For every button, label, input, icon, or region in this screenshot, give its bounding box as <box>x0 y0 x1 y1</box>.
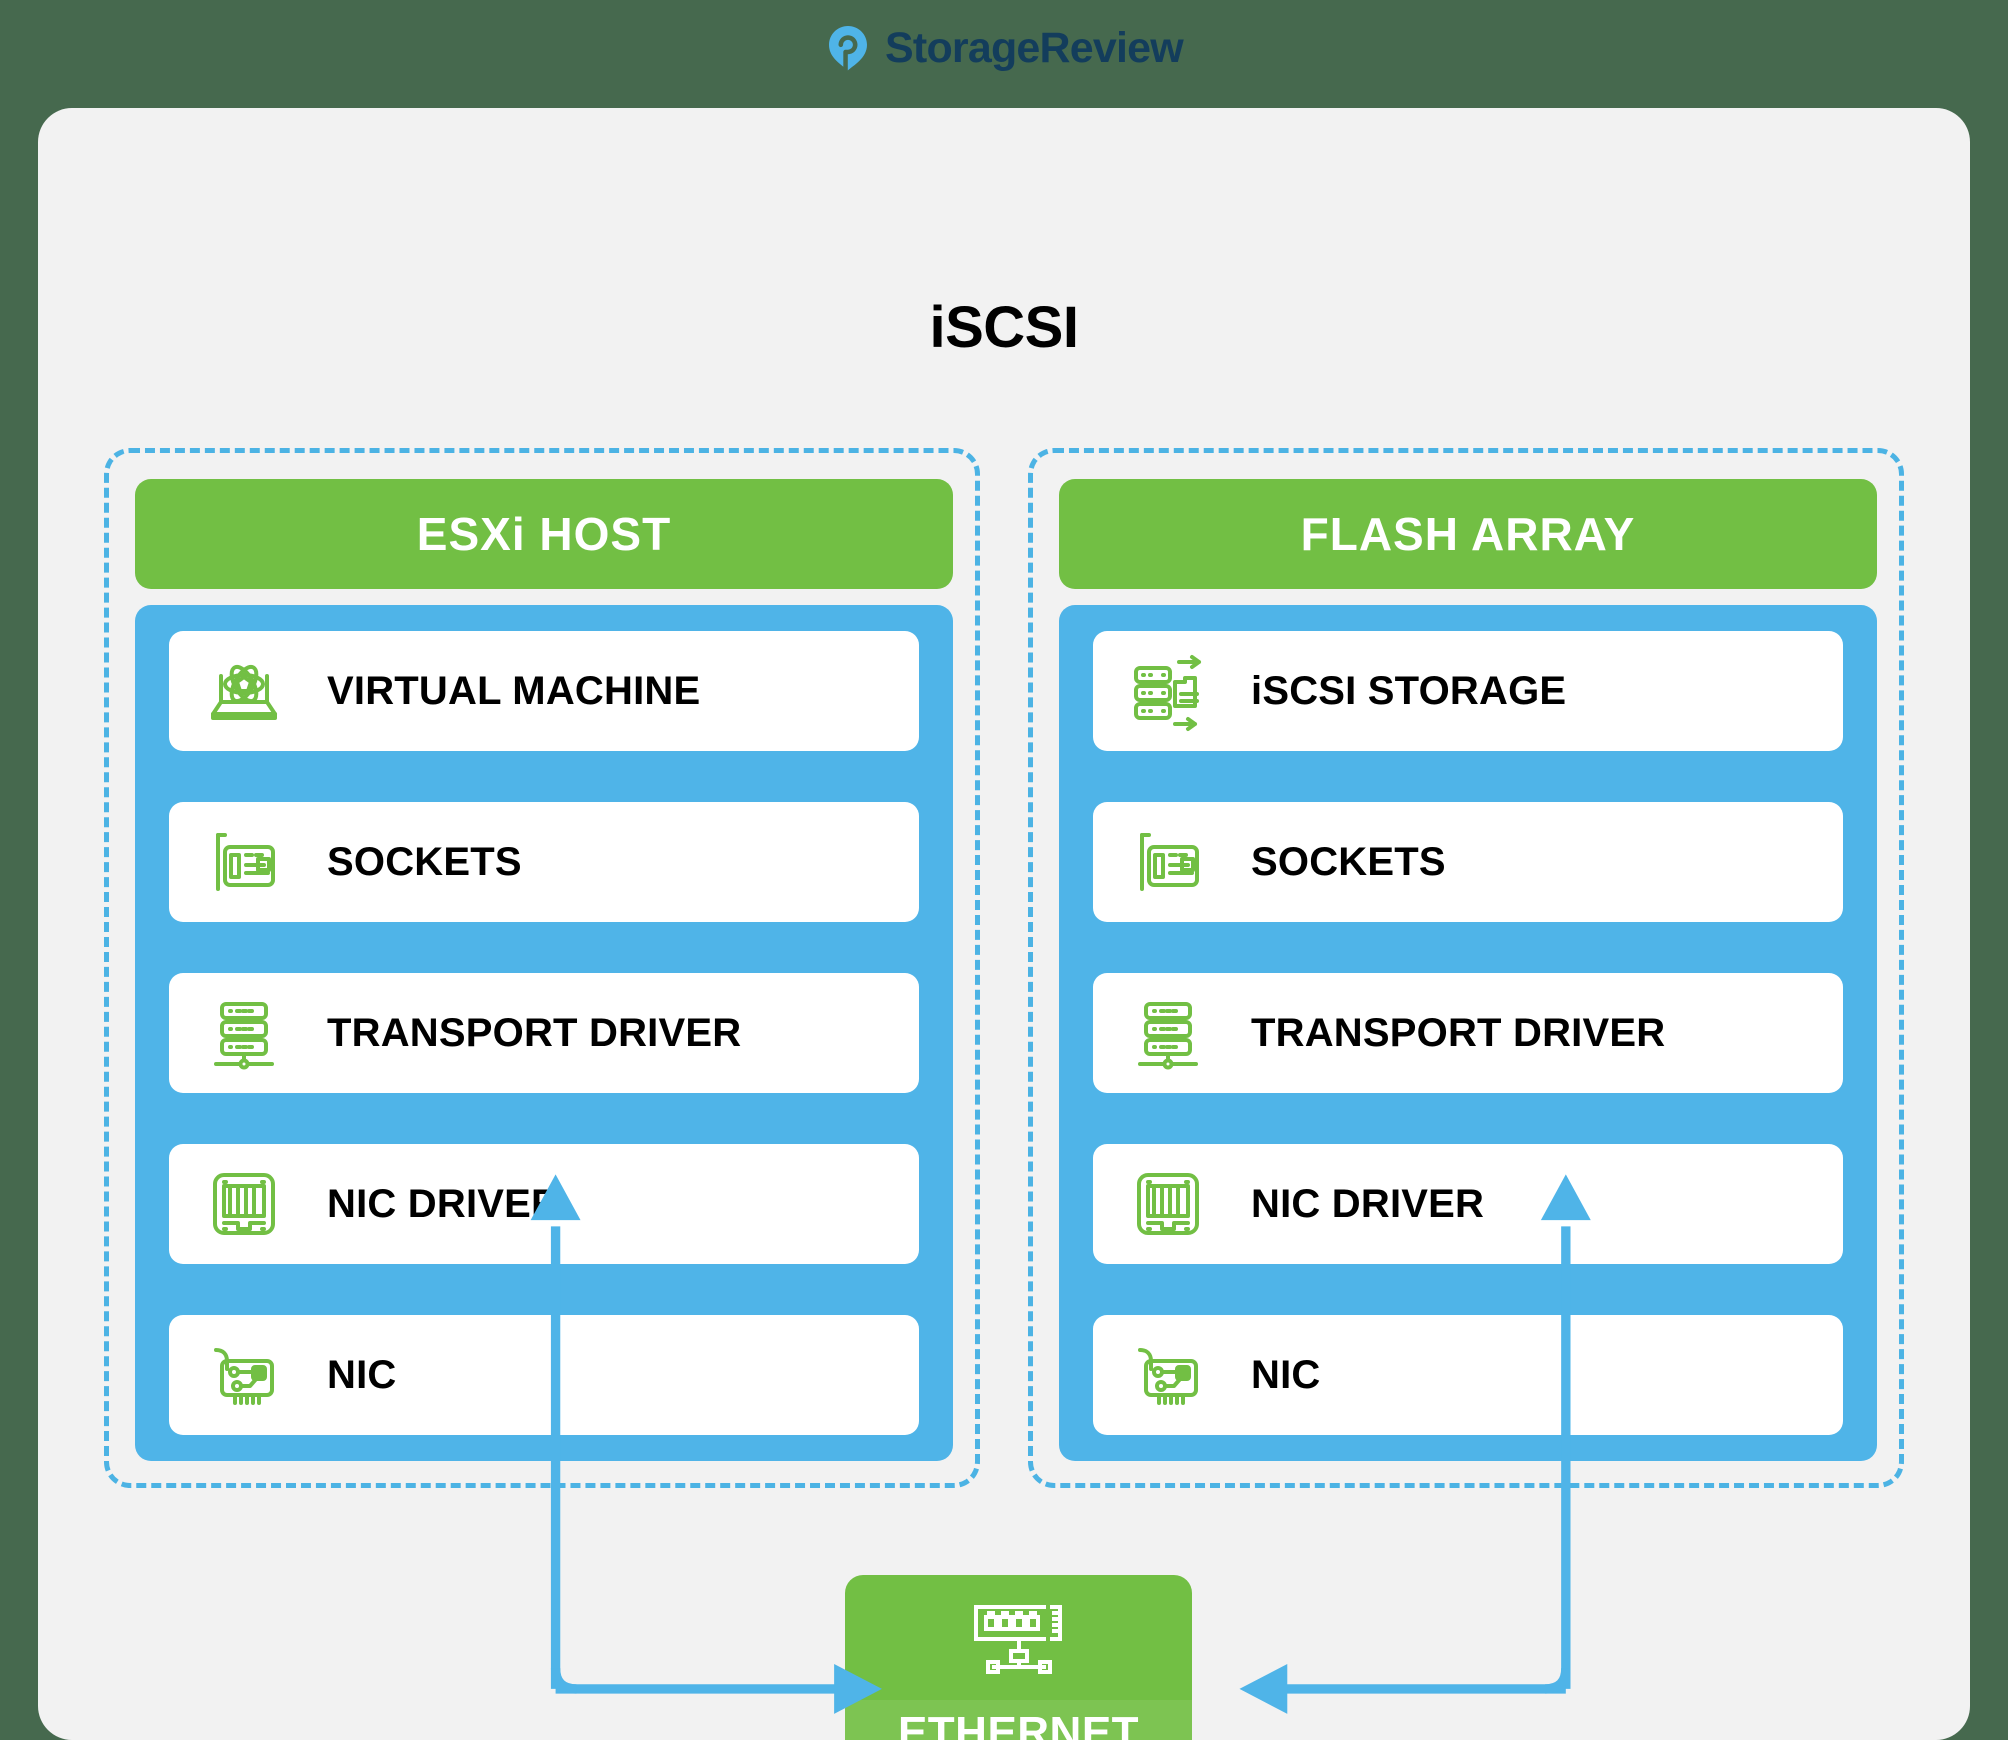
transport-driver-icon <box>1127 992 1209 1074</box>
ethernet-switch-icon <box>964 1597 1074 1694</box>
diagram-card: iSCSI ESXi HOST VIRTUAL MACHINE SOCKETS … <box>38 108 1970 1740</box>
nic-driver-icon <box>203 1163 285 1245</box>
nic-icon <box>203 1334 285 1416</box>
row-label: NIC DRIVER <box>1251 1181 1485 1226</box>
group-header-label: FLASH ARRAY <box>1300 508 1636 560</box>
row-sockets[interactable]: SOCKETS <box>169 802 919 922</box>
row-transport-driver[interactable]: TRANSPORT DRIVER <box>1093 973 1843 1093</box>
row-label: NIC <box>327 1352 397 1397</box>
iscsi-storage-icon <box>1127 650 1209 732</box>
group-header-flash-array: FLASH ARRAY <box>1059 479 1877 589</box>
row-label: TRANSPORT DRIVER <box>1251 1010 1666 1055</box>
sockets-icon <box>1127 821 1209 903</box>
row-nic[interactable]: NIC <box>169 1315 919 1435</box>
row-transport-driver[interactable]: TRANSPORT DRIVER <box>169 973 919 1093</box>
virtual-machine-icon <box>203 650 285 732</box>
row-label: SOCKETS <box>1251 839 1446 884</box>
row-nic[interactable]: NIC <box>1093 1315 1843 1435</box>
row-label: SOCKETS <box>327 839 522 884</box>
group-flash-array: FLASH ARRAY iSCSI STORAGE SOCKETS TRANSP… <box>1028 448 1904 1488</box>
row-label: NIC DRIVER <box>327 1181 561 1226</box>
group-esxi-host: ESXi HOST VIRTUAL MACHINE SOCKETS TRANSP… <box>104 448 980 1488</box>
nic-icon <box>1127 1334 1209 1416</box>
row-nic-driver[interactable]: NIC DRIVER <box>1093 1144 1843 1264</box>
group-body-flash-array: iSCSI STORAGE SOCKETS TRANSPORT DRIVER N… <box>1059 605 1877 1461</box>
group-body-esxi-host: VIRTUAL MACHINE SOCKETS TRANSPORT DRIVER… <box>135 605 953 1461</box>
brand-name: StorageReview <box>885 23 1184 72</box>
row-nic-driver[interactable]: NIC DRIVER <box>169 1144 919 1264</box>
ethernet-node[interactable]: ETHERNET <box>845 1575 1192 1740</box>
row-label: VIRTUAL MACHINE <box>327 668 701 713</box>
storagereview-logo: StorageReview <box>825 23 1184 73</box>
row-iscsi-storage[interactable]: iSCSI STORAGE <box>1093 631 1843 751</box>
transport-driver-icon <box>203 992 285 1074</box>
nic-driver-icon <box>1127 1163 1209 1245</box>
group-header-esxi-host: ESXi HOST <box>135 479 953 589</box>
ethernet-label: ETHERNET <box>897 1708 1140 1740</box>
row-sockets[interactable]: SOCKETS <box>1093 802 1843 922</box>
row-label: iSCSI STORAGE <box>1251 668 1567 713</box>
sockets-icon <box>203 821 285 903</box>
row-virtual-machine[interactable]: VIRTUAL MACHINE <box>169 631 919 751</box>
group-header-label: ESXi HOST <box>416 508 672 560</box>
arrowhead-left-right <box>1239 1663 1288 1714</box>
page-title: iSCSI <box>929 295 1080 360</box>
brand-bar: StorageReview <box>0 0 2008 108</box>
row-label: NIC <box>1251 1352 1321 1397</box>
storagereview-pin-icon <box>825 25 871 71</box>
row-label: TRANSPORT DRIVER <box>327 1010 742 1055</box>
